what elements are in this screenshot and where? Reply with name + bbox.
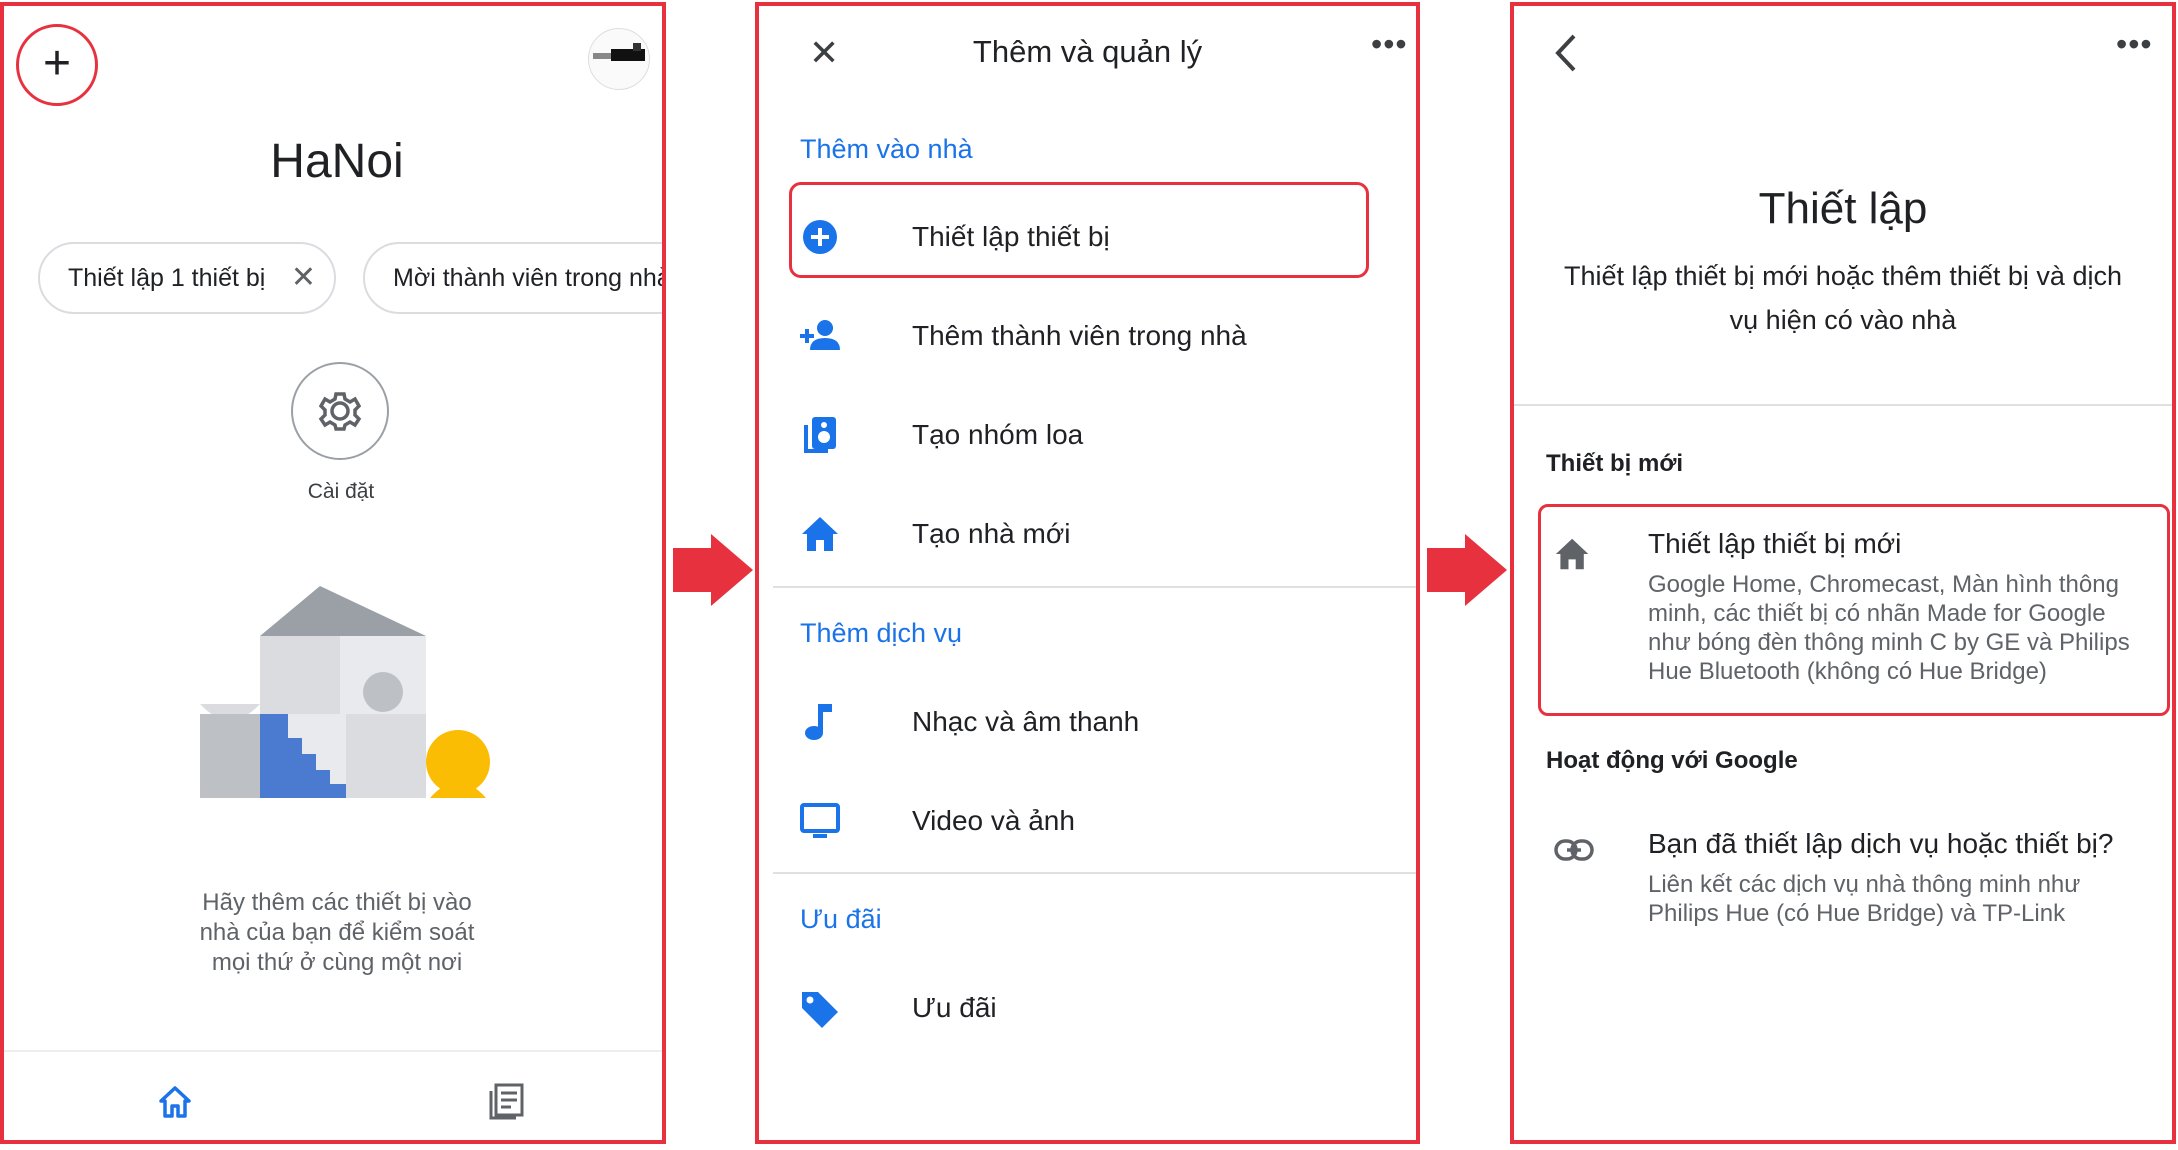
menu-item-label: Nhạc và âm thanh (912, 706, 1140, 737)
invite-member-chip[interactable]: Mời thành viên trong nhà (363, 242, 666, 314)
menu-item-video[interactable]: Video và ảnh (800, 791, 1380, 851)
person-add-icon (800, 320, 840, 350)
menu-item-speaker-group[interactable]: Tạo nhóm loa (800, 405, 1380, 465)
settings-label: Cài đặt (307, 480, 375, 503)
section-header: Hoạt động với Google (1546, 747, 1798, 774)
avatar[interactable] (588, 28, 650, 90)
home-title: HaNoi (270, 135, 404, 188)
more-icon[interactable]: ••• (2116, 26, 2153, 63)
menu-item-label: Tạo nhà mới (912, 518, 1071, 549)
divider (773, 586, 1416, 588)
menu-item-offers[interactable]: Ưu đãi (800, 978, 1380, 1038)
menu-item-label: Tạo nhóm loa (912, 419, 1084, 450)
link-icon (1554, 839, 1594, 861)
speaker-group-icon (804, 417, 836, 453)
feed-icon[interactable] (488, 1082, 526, 1120)
music-note-icon (805, 704, 832, 740)
page-title: Thiết lập (1758, 184, 1928, 233)
option-title: Bạn đã thiết lập dịch vụ hoặc thiết bị? (1648, 828, 2114, 859)
chip-label: Thiết lập 1 thiết bị (68, 264, 266, 292)
menu-item-music[interactable]: Nhạc và âm thanh (800, 692, 1380, 752)
page-subtitle: Thiết lập thiết bị mới hoặc thêm thiết b… (1564, 261, 2122, 335)
divider (1514, 404, 2172, 406)
home-screen: + HaNoi Thiết lập 1 thiết bị ✕ Mời thành… (0, 2, 666, 1144)
more-icon[interactable]: ••• (1371, 26, 1408, 63)
divider (773, 872, 1416, 874)
home-icon (1555, 538, 1589, 570)
setup-device-chip[interactable]: Thiết lập 1 thiết bị ✕ (38, 242, 336, 314)
divider (4, 1050, 662, 1052)
home-icon (802, 517, 838, 551)
add-circle-icon (803, 220, 837, 254)
close-icon[interactable]: ✕ (291, 244, 316, 312)
tv-icon (800, 803, 840, 838)
setup-screen: ••• Thiết lập Thiết lập thiết bị mới hoặ… (1510, 2, 2176, 1144)
page-title: Thêm và quản lý (972, 34, 1203, 69)
menu-item-label: Thêm thành viên trong nhà (912, 320, 1247, 351)
empty-state-message: Hãy thêm các thiết bị vào nhà của bạn để… (199, 889, 475, 976)
home-icon[interactable] (157, 1084, 193, 1120)
menu-item-label: Thiết lập thiết bị (912, 221, 1110, 252)
add-manage-screen: ✕ Thêm và quản lý ••• Thêm vào nhà Thiết… (755, 2, 1420, 1144)
option-description: Liên kết các dịch vụ nhà thông minh như … (1648, 871, 2081, 927)
section-header: Thiết bị mới (1546, 450, 1684, 477)
option-description: Google Home, Chromecast, Màn hình thông … (1648, 571, 2130, 685)
section-header: Thêm dịch vụ (800, 618, 963, 648)
section-header: Thêm vào nhà (800, 134, 973, 164)
chip-label: Mời thành viên trong nhà (393, 264, 666, 292)
house-illustration (200, 586, 490, 798)
settings-button[interactable] (291, 362, 389, 460)
menu-item-label: Ưu đãi (912, 992, 997, 1023)
section-header: Ưu đãi (800, 904, 882, 934)
menu-item-add-member[interactable]: Thêm thành viên trong nhà (800, 306, 1380, 366)
option-title: Thiết lập thiết bị mới (1648, 528, 1902, 559)
tag-icon (802, 992, 838, 1028)
menu-item-label: Video và ảnh (912, 805, 1075, 836)
menu-item-new-home[interactable]: Tạo nhà mới (800, 504, 1380, 564)
back-icon[interactable] (1552, 32, 1582, 74)
plus-icon[interactable]: + (16, 24, 98, 106)
menu-item-setup-device[interactable]: Thiết lập thiết bị (800, 207, 1380, 267)
gear-icon (318, 392, 362, 431)
